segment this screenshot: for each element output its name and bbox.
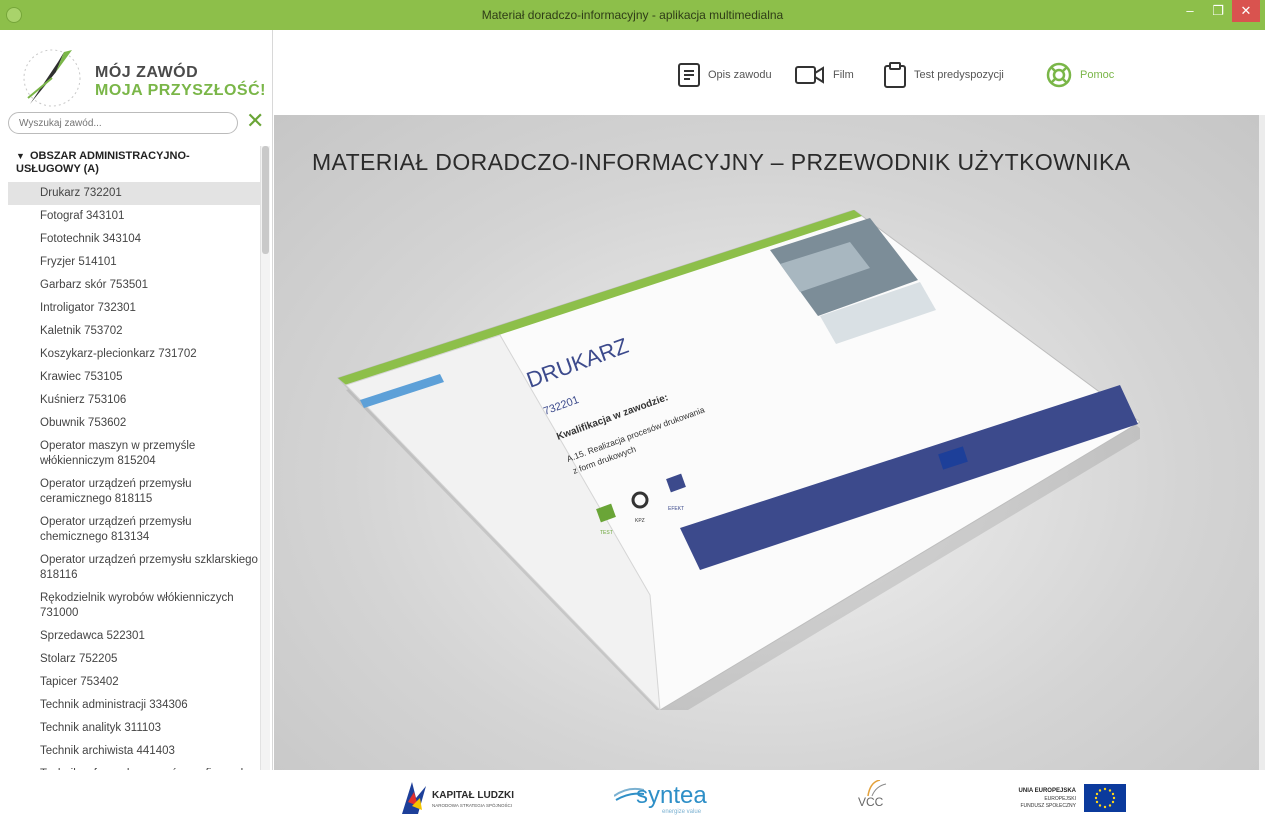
top-navigation: Opis zawodu Film Test predyspozycji Pomo… — [274, 30, 1265, 115]
pomoc-label: Pomoc — [1080, 69, 1115, 81]
syntea-sub: energize value — [662, 809, 702, 815]
test-predyspozycji-label: Test predyspozycji — [914, 69, 1004, 81]
close-button[interactable]: ✕ — [1232, 0, 1260, 22]
eu-logo: UNIA EUROPEJSKA EUROPEJSKI FUNDUSZ SPOŁE… — [990, 780, 1130, 818]
profession-list-item[interactable]: Technik cyfrowych procesów graficznych 3… — [8, 763, 260, 770]
guide-title: MATERIAŁ DORADCZO-INFORMACYJNY – PRZEWOD… — [312, 149, 1131, 175]
eu-text-3: FUNDUSZ SPOŁECZNY — [1020, 803, 1076, 809]
profession-list-item[interactable]: Obuwnik 753602 — [8, 412, 260, 435]
profession-list-item[interactable]: Operator urządzeń przemysłu szklarskiego… — [8, 549, 260, 587]
film-button[interactable]: Film — [795, 60, 854, 90]
search-input[interactable] — [8, 112, 238, 134]
profession-list-item[interactable]: Kaletnik 753702 — [8, 320, 260, 343]
profession-list-item[interactable]: Technik archiwista 441403 — [8, 740, 260, 763]
sidebar-scrollbar[interactable] — [260, 146, 270, 770]
profession-list-item[interactable]: Sprzedawca 522301 — [8, 625, 260, 648]
app-preview-image: DRUKARZ 732201 Kwalifikacja w zawodzie: … — [337, 210, 1140, 710]
clipboard-icon — [884, 62, 906, 88]
kapital-ludzki-text: KAPITAŁ LUDZKI — [432, 790, 515, 801]
caret-down-icon: ▼ — [16, 151, 25, 161]
logo-line-2: MOJA PRZYSZŁOŚĆ! — [95, 82, 266, 99]
profession-list-item[interactable]: Fryzjer 514101 — [8, 251, 260, 274]
area-header[interactable]: ▼ OBSZAR ADMINISTRACYJNO-USŁUGOWY (A) — [8, 146, 260, 182]
film-label: Film — [833, 69, 854, 81]
profession-list-item[interactable]: Operator urządzeń przemysłu chemicznego … — [8, 511, 260, 549]
app-logo: MÓJ ZAWÓD MOJA PRZYSZŁOŚĆ! — [18, 42, 268, 117]
eu-text-2: EUROPEJSKI — [1044, 796, 1076, 802]
kapital-ludzki-logo: KAPITAŁ LUDZKI NARODOWA STRATEGIA SPÓJNO… — [398, 780, 548, 818]
eu-flag-icon — [1084, 784, 1126, 812]
profession-list: ▼ OBSZAR ADMINISTRACYJNO-USŁUGOWY (A) Dr… — [8, 146, 260, 770]
profession-list-item[interactable]: Krawiec 753105 — [8, 366, 260, 389]
kapital-ludzki-sub: NARODOWA STRATEGIA SPÓJNOŚCI — [432, 803, 513, 808]
clear-search-icon[interactable]: ✕ — [246, 108, 264, 134]
lifebuoy-help-icon — [1046, 62, 1072, 88]
vcc-logo: VCC — [856, 779, 896, 818]
preview-icon-1: TEST — [600, 530, 613, 536]
area-title: OBSZAR ADMINISTRACYJNO-USŁUGOWY (A) — [16, 150, 190, 175]
profession-list-item[interactable]: Technik administracji 334306 — [8, 694, 260, 717]
syntea-text: syntea — [636, 782, 707, 809]
content-scrollbar[interactable] — [1259, 115, 1265, 770]
profession-list-item[interactable]: Fototechnik 343104 — [8, 228, 260, 251]
opis-zawodu-label: Opis zawodu — [708, 69, 772, 81]
profession-list-item[interactable]: Fotograf 343101 — [8, 205, 260, 228]
logo-line-1: MÓJ ZAWÓD — [95, 64, 199, 81]
sidebar: MÓJ ZAWÓD MOJA PRZYSZŁOŚĆ! ✕ ▼ OBSZAR AD… — [0, 30, 273, 770]
syntea-logo: syntea energize value — [613, 780, 744, 818]
search-bar: ✕ — [8, 108, 268, 134]
footer-logos: KAPITAŁ LUDZKI NARODOWA STRATEGIA SPÓJNO… — [0, 770, 1265, 825]
scrollbar-thumb[interactable] — [262, 146, 269, 254]
profession-list-item[interactable]: Introligator 732301 — [8, 297, 260, 320]
vcc-text: VCC — [858, 795, 884, 809]
window-titlebar: Materiał doradczo-informacyjny - aplikac… — [0, 0, 1265, 30]
profession-list-item[interactable]: Operator maszyn w przemyśle włókienniczy… — [8, 435, 260, 473]
compass-logo-icon — [23, 49, 81, 107]
profession-list-item[interactable]: Garbarz skór 753501 — [8, 274, 260, 297]
profession-list-item[interactable]: Kuśnierz 753106 — [8, 389, 260, 412]
profession-list-item[interactable]: Operator urządzeń przemysłu ceramicznego… — [8, 473, 260, 511]
eu-text-1: UNIA EUROPEJSKA — [1018, 788, 1076, 794]
minimize-button[interactable]: – — [1176, 0, 1204, 22]
pomoc-button[interactable]: Pomoc — [1046, 60, 1114, 90]
profession-list-item[interactable]: Rękodzielnik wyrobów włókienniczych 7310… — [8, 587, 260, 625]
preview-icon-2: KPZ — [635, 518, 645, 524]
video-camera-icon — [795, 66, 824, 84]
profession-list-item[interactable]: Koszykarz-plecionkarz 731702 — [8, 343, 260, 366]
profession-list-item[interactable]: Technik analityk 311103 — [8, 717, 260, 740]
profession-list-item[interactable]: Drukarz 732201 — [8, 182, 260, 205]
kapital-ludzki-star-icon — [402, 782, 426, 814]
maximize-button[interactable]: ❐ — [1204, 0, 1232, 22]
window-title: Materiał doradczo-informacyjny - aplikac… — [481, 8, 784, 22]
opis-zawodu-button[interactable]: Opis zawodu — [678, 60, 772, 90]
document-icon — [678, 63, 700, 87]
test-predyspozycji-button[interactable]: Test predyspozycji — [884, 60, 1004, 90]
preview-icon-3: EFEKT — [668, 506, 684, 512]
profession-list-item[interactable]: Tapicer 753402 — [8, 671, 260, 694]
profession-list-item[interactable]: Stolarz 752205 — [8, 648, 260, 671]
